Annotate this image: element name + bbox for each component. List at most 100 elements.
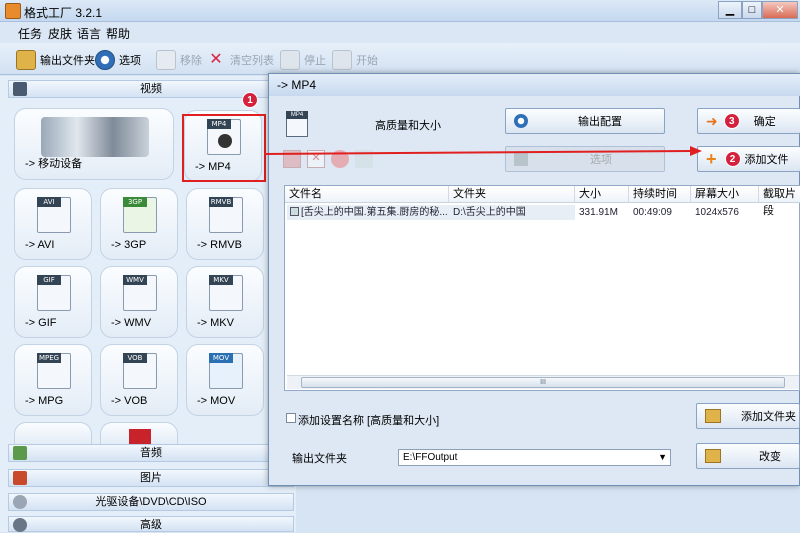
clear-list-button[interactable]: ✕ 清空列表 [206, 49, 274, 71]
config-icon [514, 114, 528, 128]
tile-label: -> MKV [197, 317, 234, 329]
remove-button[interactable]: 移除 [156, 49, 202, 71]
ok-button[interactable]: ➜ 3 确定 [697, 108, 800, 134]
category-advanced-label: 高级 [140, 519, 162, 531]
avi-tag: AVI [37, 197, 61, 207]
options-icon [95, 50, 115, 70]
add-setting-checkbox[interactable] [286, 413, 296, 423]
minimize-button[interactable]: ▁ [718, 1, 742, 19]
ok-label: 确定 [753, 116, 776, 128]
tile-label: -> 移动设备 [25, 158, 83, 170]
mobile-devices-icon [41, 117, 149, 157]
red-format-icon [129, 429, 151, 445]
mov-tag: MOV [209, 353, 233, 363]
tile-label: -> VOB [111, 395, 148, 407]
tile-vob[interactable]: VOB -> VOB [100, 344, 178, 416]
add-setting-label: 添加设置名称 [高质量和大小] [298, 415, 440, 427]
col-screen-size[interactable]: 屏幕大小 [691, 186, 759, 203]
menu-help[interactable]: 帮助 [106, 25, 130, 42]
add-file-button-top[interactable]: + 2 添加文件 [697, 146, 800, 172]
tile-label: -> MPG [25, 395, 64, 407]
maximize-button[interactable]: □ [742, 1, 762, 19]
folder-icon [16, 50, 36, 70]
output-folder-label: 输出文件夹 [40, 55, 95, 67]
output-config-button[interactable]: 输出配置 [505, 108, 665, 134]
category-picture-label: 图片 [140, 472, 162, 484]
dialog-title: -> MP4 [277, 78, 317, 92]
options-label: 选项 [119, 55, 141, 67]
tile-label: -> MOV [197, 395, 236, 407]
clear-icon: ✕ [209, 51, 223, 68]
mkv-tag: MKV [209, 275, 233, 285]
output-folder-select[interactable]: E:\FFOutput ▼ [398, 449, 671, 466]
change-button[interactable]: 改变 [696, 443, 800, 469]
col-filename[interactable]: 文件名 [285, 186, 449, 203]
plus-icon: + [706, 148, 717, 169]
vob-icon: VOB [123, 353, 157, 389]
tile-wmv[interactable]: WMV -> WMV [100, 266, 178, 338]
category-rom-label: 光驱设备\DVD\CD\ISO [95, 496, 207, 508]
mp4-tag: MP4 [286, 111, 308, 119]
gear-icon [13, 518, 27, 532]
music-icon [13, 446, 27, 460]
stop-button[interactable]: 停止 [280, 49, 326, 71]
disc-icon [13, 495, 27, 509]
chevron-down-icon: ▼ [658, 452, 667, 462]
category-rom[interactable]: 光驱设备\DVD\CD\ISO [8, 493, 294, 511]
add-file-label: 添加文件 [744, 154, 789, 166]
scroll-thumb[interactable]: III [301, 377, 785, 388]
remove-label: 移除 [180, 55, 202, 67]
horizontal-scrollbar[interactable]: III [287, 375, 799, 389]
menu-skin[interactable]: 皮肤 [48, 25, 72, 42]
output-config-label: 输出配置 [578, 116, 622, 128]
title-bar: 格式工厂 3.2.1 ▁ □ ✕ [0, 0, 800, 22]
mp4-profile-icon: MP4 [286, 111, 308, 137]
menu-bar: 任务 皮肤 语言 帮助 [0, 22, 800, 43]
profile-label: 高质量和大小 [375, 120, 441, 132]
menu-task[interactable]: 任务 [18, 25, 42, 42]
col-folder[interactable]: 文件夹 [449, 186, 575, 203]
wmv-tag: WMV [123, 275, 147, 285]
tile-label: -> RMVB [197, 239, 242, 251]
col-size[interactable]: 大小 [575, 186, 629, 203]
options-button[interactable]: 选项 [95, 49, 141, 71]
category-advanced[interactable]: 高级 [8, 516, 294, 532]
annotation-1: 1 [242, 92, 258, 108]
tile-3gp[interactable]: 3GP -> 3GP [100, 188, 178, 260]
tile-mov[interactable]: MOV -> MOV [186, 344, 264, 416]
col-duration[interactable]: 持续时间 [629, 186, 691, 203]
cell-size: 331.91M [579, 207, 618, 218]
stop-label: 停止 [304, 55, 326, 67]
toolbar: 输出文件夹 选项 移除 ✕ 清空列表 停止 开始 [0, 43, 800, 75]
tile-mpg[interactable]: MPEG -> MPG [14, 344, 92, 416]
tile-mkv[interactable]: MKV -> MKV [186, 266, 264, 338]
dialog-title-bar: -> MP4 [269, 74, 800, 96]
add-folder-label: 添加文件夹 [741, 411, 796, 423]
clear-list-label: 清空列表 [230, 55, 274, 67]
rmvb-tag: RMVB [209, 197, 233, 207]
cell-folder: D:\舌尖上的中国 [453, 207, 526, 218]
change-label: 改变 [759, 451, 781, 463]
category-audio[interactable]: 音频 [8, 444, 294, 462]
mpg-icon: MPEG [37, 353, 71, 389]
film-icon [13, 82, 27, 96]
arrow-right-icon: ➜ [706, 112, 718, 129]
tile-avi[interactable]: AVI -> AVI [14, 188, 92, 260]
menu-language[interactable]: 语言 [77, 25, 101, 42]
add-folder-button[interactable]: 添加文件夹 [696, 403, 800, 429]
3gp-icon: 3GP [123, 197, 157, 233]
tile-partial[interactable] [14, 422, 92, 444]
gif-tag: GIF [37, 275, 61, 285]
category-picture[interactable]: 图片 [8, 469, 294, 487]
tile-mobile-device[interactable]: -> 移动设备 [14, 108, 174, 180]
tile-rmvb[interactable]: RMVB -> RMVB [186, 188, 264, 260]
output-folder-button[interactable]: 输出文件夹 [16, 49, 95, 71]
tile-gif[interactable]: GIF -> GIF [14, 266, 92, 338]
window-title: 格式工厂 3.2.1 [24, 6, 103, 20]
category-audio-label: 音频 [140, 447, 162, 459]
close-button[interactable]: ✕ [762, 1, 798, 19]
start-button[interactable]: 开始 [332, 49, 378, 71]
tile-partial[interactable] [100, 422, 178, 445]
col-clip[interactable]: 截取片段 [759, 186, 800, 217]
file-table[interactable]: 文件名 文件夹 大小 持续时间 屏幕大小 截取片段 [舌尖上的中国.第五集.厨房… [284, 185, 800, 391]
